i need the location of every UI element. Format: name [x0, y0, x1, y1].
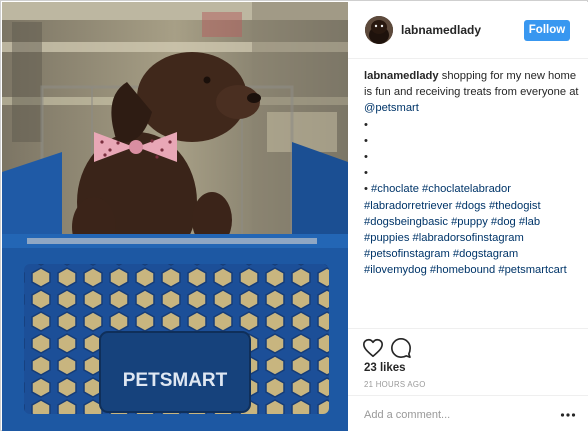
post-timestamp[interactable]: 21 HOURS AGO	[364, 380, 426, 389]
post-caption: labnamedlady shopping for my new home is…	[364, 68, 579, 279]
follow-button[interactable]: Follow	[524, 20, 570, 41]
post-header: labnamedlady Follow	[348, 2, 588, 59]
avatar[interactable]	[365, 16, 393, 44]
comment-bar	[348, 395, 588, 432]
photo-brand-text: PETSMART	[123, 370, 228, 391]
caption-mention-link[interactable]: @petsmart	[364, 102, 419, 114]
caption-bullet: •	[364, 151, 368, 164]
post-photo: PETSMART	[2, 2, 348, 431]
more-options-icon[interactable]	[560, 408, 576, 420]
heart-icon[interactable]	[362, 337, 384, 359]
caption-bullet: •	[364, 118, 368, 131]
caption-bullet: •	[364, 134, 368, 147]
post-username[interactable]: labnamedlady	[401, 23, 481, 37]
caption-bullet: •	[364, 167, 368, 180]
post-side-panel: labnamedlady Follow labnamedlady shoppin…	[348, 2, 588, 431]
comment-icon[interactable]	[390, 337, 412, 359]
caption-bullet: •	[364, 183, 368, 196]
caption-hashtags[interactable]: #choclate #choclatelabrador #labradorret…	[364, 183, 567, 276]
likes-count[interactable]: 23 likes	[364, 362, 406, 374]
post-actions: 23 likes 21 HOURS AGO	[348, 328, 588, 431]
post-dialog: PETSMART labnamedlady Follow labnamedlad…	[0, 0, 588, 431]
comment-input[interactable]	[364, 407, 549, 423]
caption-username[interactable]: labnamedlady	[364, 70, 439, 82]
